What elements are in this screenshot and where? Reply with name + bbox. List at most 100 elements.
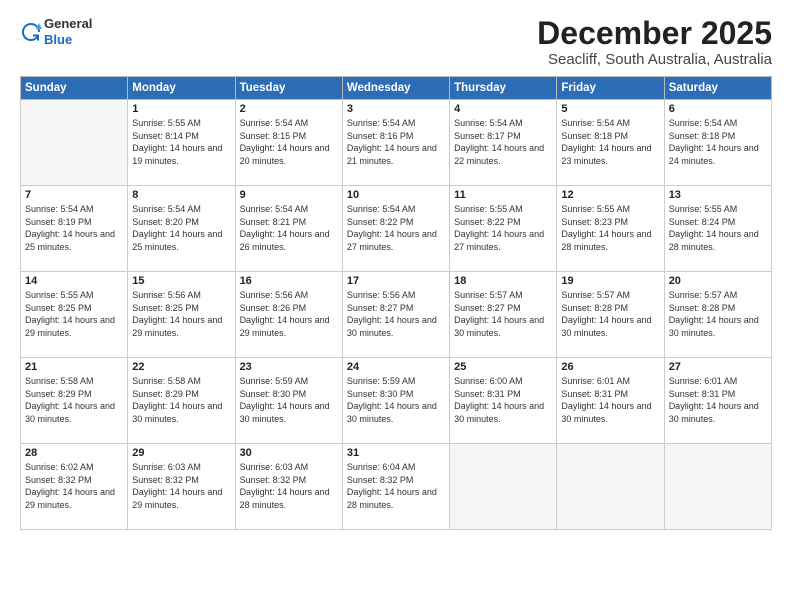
- day-number: 16: [240, 275, 338, 287]
- day-info: Sunrise: 5:56 AMSunset: 8:25 PMDaylight:…: [132, 289, 230, 339]
- day-cell: 28 Sunrise: 6:02 AMSunset: 8:32 PMDayligh…: [21, 444, 128, 530]
- day-cell: 9 Sunrise: 5:54 AMSunset: 8:21 PMDaylight…: [235, 186, 342, 272]
- day-info: Sunrise: 5:54 AMSunset: 8:22 PMDaylight:…: [347, 203, 445, 253]
- day-cell: 12 Sunrise: 5:55 AMSunset: 8:23 PMDayligh…: [557, 186, 664, 272]
- header: General Blue December 2025 Seacliff, Sou…: [20, 16, 772, 68]
- day-info: Sunrise: 5:57 AMSunset: 8:27 PMDaylight:…: [454, 289, 552, 339]
- day-cell: [21, 100, 128, 186]
- day-cell: 13 Sunrise: 5:55 AMSunset: 8:24 PMDayligh…: [664, 186, 771, 272]
- calendar-title: December 2025: [537, 16, 772, 51]
- day-info: Sunrise: 6:01 AMSunset: 8:31 PMDaylight:…: [561, 375, 659, 425]
- day-number: 4: [454, 103, 552, 115]
- day-number: 8: [132, 189, 230, 201]
- day-number: 30: [240, 447, 338, 459]
- day-number: 5: [561, 103, 659, 115]
- calendar-table: Sunday Monday Tuesday Wednesday Thursday…: [20, 76, 772, 530]
- day-cell: 14 Sunrise: 5:55 AMSunset: 8:25 PMDayligh…: [21, 272, 128, 358]
- day-number: 22: [132, 361, 230, 373]
- day-number: 25: [454, 361, 552, 373]
- day-info: Sunrise: 5:54 AMSunset: 8:21 PMDaylight:…: [240, 203, 338, 253]
- day-info: Sunrise: 5:58 AMSunset: 8:29 PMDaylight:…: [25, 375, 123, 425]
- day-info: Sunrise: 6:04 AMSunset: 8:32 PMDaylight:…: [347, 461, 445, 511]
- calendar-subtitle: Seacliff, South Australia, Australia: [537, 51, 772, 68]
- week-row-1: 1Sunrise: 5:55 AMSunset: 8:14 PMDaylight…: [21, 100, 772, 186]
- page: General Blue December 2025 Seacliff, Sou…: [0, 0, 792, 612]
- day-number: 17: [347, 275, 445, 287]
- day-info: Sunrise: 5:55 AMSunset: 8:14 PMDaylight:…: [132, 117, 230, 167]
- day-info: Sunrise: 5:54 AMSunset: 8:18 PMDaylight:…: [561, 117, 659, 167]
- day-cell: [664, 444, 771, 530]
- day-cell: 4Sunrise: 5:54 AMSunset: 8:17 PMDaylight…: [450, 100, 557, 186]
- day-number: 11: [454, 189, 552, 201]
- logo-icon: [20, 21, 42, 43]
- day-cell: 23 Sunrise: 5:59 AMSunset: 8:30 PMDayligh…: [235, 358, 342, 444]
- day-cell: 25Sunrise: 6:00 AMSunset: 8:31 PMDayligh…: [450, 358, 557, 444]
- day-cell: 29Sunrise: 6:03 AMSunset: 8:32 PMDayligh…: [128, 444, 235, 530]
- day-info: Sunrise: 5:55 AMSunset: 8:22 PMDaylight:…: [454, 203, 552, 253]
- day-number: 27: [669, 361, 767, 373]
- day-number: 23: [240, 361, 338, 373]
- week-row-5: 28 Sunrise: 6:02 AMSunset: 8:32 PMDayligh…: [21, 444, 772, 530]
- day-cell: 22 Sunrise: 5:58 AMSunset: 8:29 PMDayligh…: [128, 358, 235, 444]
- day-info: Sunrise: 6:02 AMSunset: 8:32 PMDaylight:…: [25, 461, 123, 511]
- day-number: 20: [669, 275, 767, 287]
- day-cell: 31Sunrise: 6:04 AMSunset: 8:32 PMDayligh…: [342, 444, 449, 530]
- day-cell: 3Sunrise: 5:54 AMSunset: 8:16 PMDaylight…: [342, 100, 449, 186]
- day-cell: 17 Sunrise: 5:56 AMSunset: 8:27 PMDayligh…: [342, 272, 449, 358]
- day-cell: [450, 444, 557, 530]
- day-info: Sunrise: 5:56 AMSunset: 8:27 PMDaylight:…: [347, 289, 445, 339]
- day-info: Sunrise: 5:55 AMSunset: 8:23 PMDaylight:…: [561, 203, 659, 253]
- day-number: 12: [561, 189, 659, 201]
- day-info: Sunrise: 5:54 AMSunset: 8:19 PMDaylight:…: [25, 203, 123, 253]
- day-cell: 24 Sunrise: 5:59 AMSunset: 8:30 PMDayligh…: [342, 358, 449, 444]
- day-number: 6: [669, 103, 767, 115]
- day-info: Sunrise: 5:59 AMSunset: 8:30 PMDaylight:…: [240, 375, 338, 425]
- day-info: Sunrise: 5:54 AMSunset: 8:16 PMDaylight:…: [347, 117, 445, 167]
- week-row-2: 7 Sunrise: 5:54 AMSunset: 8:19 PMDaylight…: [21, 186, 772, 272]
- day-cell: 30 Sunrise: 6:03 AMSunset: 8:32 PMDayligh…: [235, 444, 342, 530]
- day-cell: 20Sunrise: 5:57 AMSunset: 8:28 PMDayligh…: [664, 272, 771, 358]
- day-info: Sunrise: 5:55 AMSunset: 8:24 PMDaylight:…: [669, 203, 767, 253]
- day-info: Sunrise: 5:59 AMSunset: 8:30 PMDaylight:…: [347, 375, 445, 425]
- day-info: Sunrise: 5:55 AMSunset: 8:25 PMDaylight:…: [25, 289, 123, 339]
- day-number: 13: [669, 189, 767, 201]
- day-cell: 10Sunrise: 5:54 AMSunset: 8:22 PMDayligh…: [342, 186, 449, 272]
- day-number: 9: [240, 189, 338, 201]
- day-cell: 18 Sunrise: 5:57 AMSunset: 8:27 PMDayligh…: [450, 272, 557, 358]
- col-sunday: Sunday: [21, 77, 128, 100]
- logo-blue: Blue: [44, 32, 72, 47]
- day-info: Sunrise: 5:54 AMSunset: 8:20 PMDaylight:…: [132, 203, 230, 253]
- day-info: Sunrise: 5:58 AMSunset: 8:29 PMDaylight:…: [132, 375, 230, 425]
- logo-text: General Blue: [44, 16, 92, 47]
- day-cell: 27Sunrise: 6:01 AMSunset: 8:31 PMDayligh…: [664, 358, 771, 444]
- col-tuesday: Tuesday: [235, 77, 342, 100]
- logo: General Blue: [20, 16, 92, 47]
- day-number: 26: [561, 361, 659, 373]
- col-thursday: Thursday: [450, 77, 557, 100]
- col-friday: Friday: [557, 77, 664, 100]
- day-info: Sunrise: 6:03 AMSunset: 8:32 PMDaylight:…: [240, 461, 338, 511]
- day-cell: 2Sunrise: 5:54 AMSunset: 8:15 PMDaylight…: [235, 100, 342, 186]
- col-saturday: Saturday: [664, 77, 771, 100]
- day-number: 29: [132, 447, 230, 459]
- day-info: Sunrise: 5:56 AMSunset: 8:26 PMDaylight:…: [240, 289, 338, 339]
- day-cell: 15Sunrise: 5:56 AMSunset: 8:25 PMDayligh…: [128, 272, 235, 358]
- day-cell: 19 Sunrise: 5:57 AMSunset: 8:28 PMDayligh…: [557, 272, 664, 358]
- day-number: 2: [240, 103, 338, 115]
- header-row: Sunday Monday Tuesday Wednesday Thursday…: [21, 77, 772, 100]
- day-cell: 5 Sunrise: 5:54 AMSunset: 8:18 PMDaylight…: [557, 100, 664, 186]
- day-number: 14: [25, 275, 123, 287]
- day-cell: 11 Sunrise: 5:55 AMSunset: 8:22 PMDayligh…: [450, 186, 557, 272]
- day-number: 18: [454, 275, 552, 287]
- day-cell: 21Sunrise: 5:58 AMSunset: 8:29 PMDayligh…: [21, 358, 128, 444]
- day-number: 7: [25, 189, 123, 201]
- day-cell: 8 Sunrise: 5:54 AMSunset: 8:20 PMDaylight…: [128, 186, 235, 272]
- day-number: 24: [347, 361, 445, 373]
- day-info: Sunrise: 5:57 AMSunset: 8:28 PMDaylight:…: [561, 289, 659, 339]
- day-number: 19: [561, 275, 659, 287]
- logo-general: General: [44, 16, 92, 31]
- week-row-3: 14 Sunrise: 5:55 AMSunset: 8:25 PMDayligh…: [21, 272, 772, 358]
- day-number: 28: [25, 447, 123, 459]
- title-block: December 2025 Seacliff, South Australia,…: [537, 16, 772, 68]
- day-cell: 26 Sunrise: 6:01 AMSunset: 8:31 PMDayligh…: [557, 358, 664, 444]
